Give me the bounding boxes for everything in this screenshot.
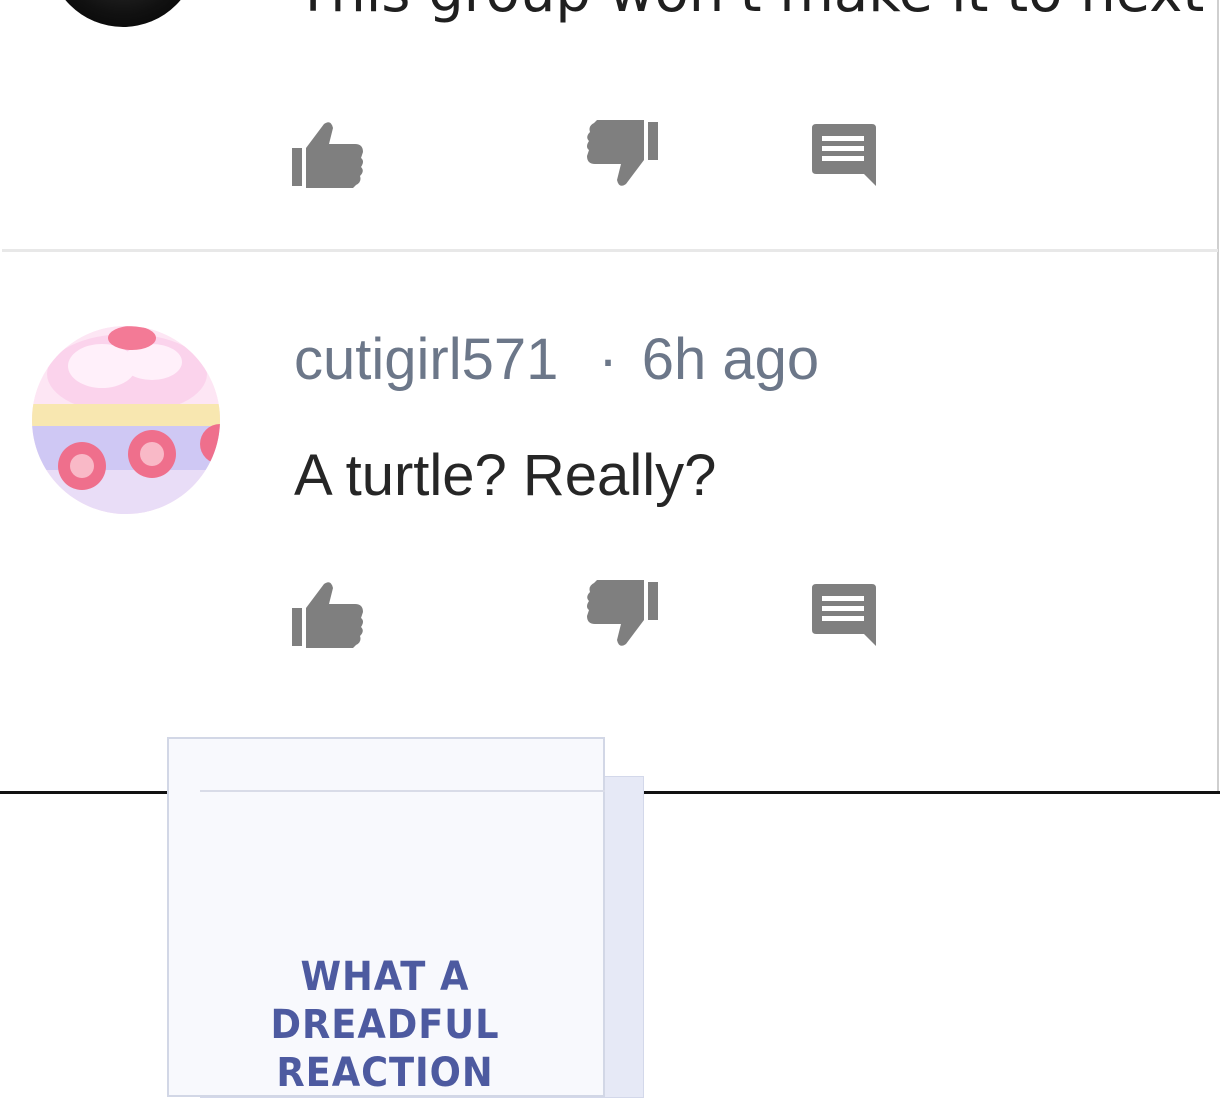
meta-separator: · — [598, 327, 618, 392]
comment-body: A turtle? Really? — [294, 443, 717, 508]
thumbs-up-icon[interactable] — [288, 114, 368, 194]
avatar[interactable] — [32, 326, 220, 514]
comic-caption: WHAT A DREADFUL REACTION — [187, 953, 583, 1097]
thumbs-down-icon[interactable] — [582, 574, 662, 654]
comment-meta: cutigirl571 · 6h ago — [294, 326, 819, 393]
comment-icon[interactable] — [804, 114, 884, 194]
thumbs-up-icon[interactable] — [288, 574, 368, 654]
comic-line: REACTION — [276, 1050, 494, 1096]
comment-divider — [2, 249, 1218, 252]
comment-actions — [0, 574, 1220, 664]
comic-line: WHAT A — [300, 954, 470, 1000]
top-comment-avatar[interactable] — [48, 0, 198, 27]
comic-line: DREADFUL — [270, 1002, 500, 1048]
username-link[interactable]: cutigirl571 — [294, 327, 558, 392]
thumbs-down-icon[interactable] — [582, 114, 662, 194]
top-comment-actions — [0, 114, 1220, 204]
timestamp: 6h ago — [641, 327, 820, 392]
comment-icon[interactable] — [804, 574, 884, 654]
top-comment-body: This group won't make it to next m — [296, 0, 1220, 25]
